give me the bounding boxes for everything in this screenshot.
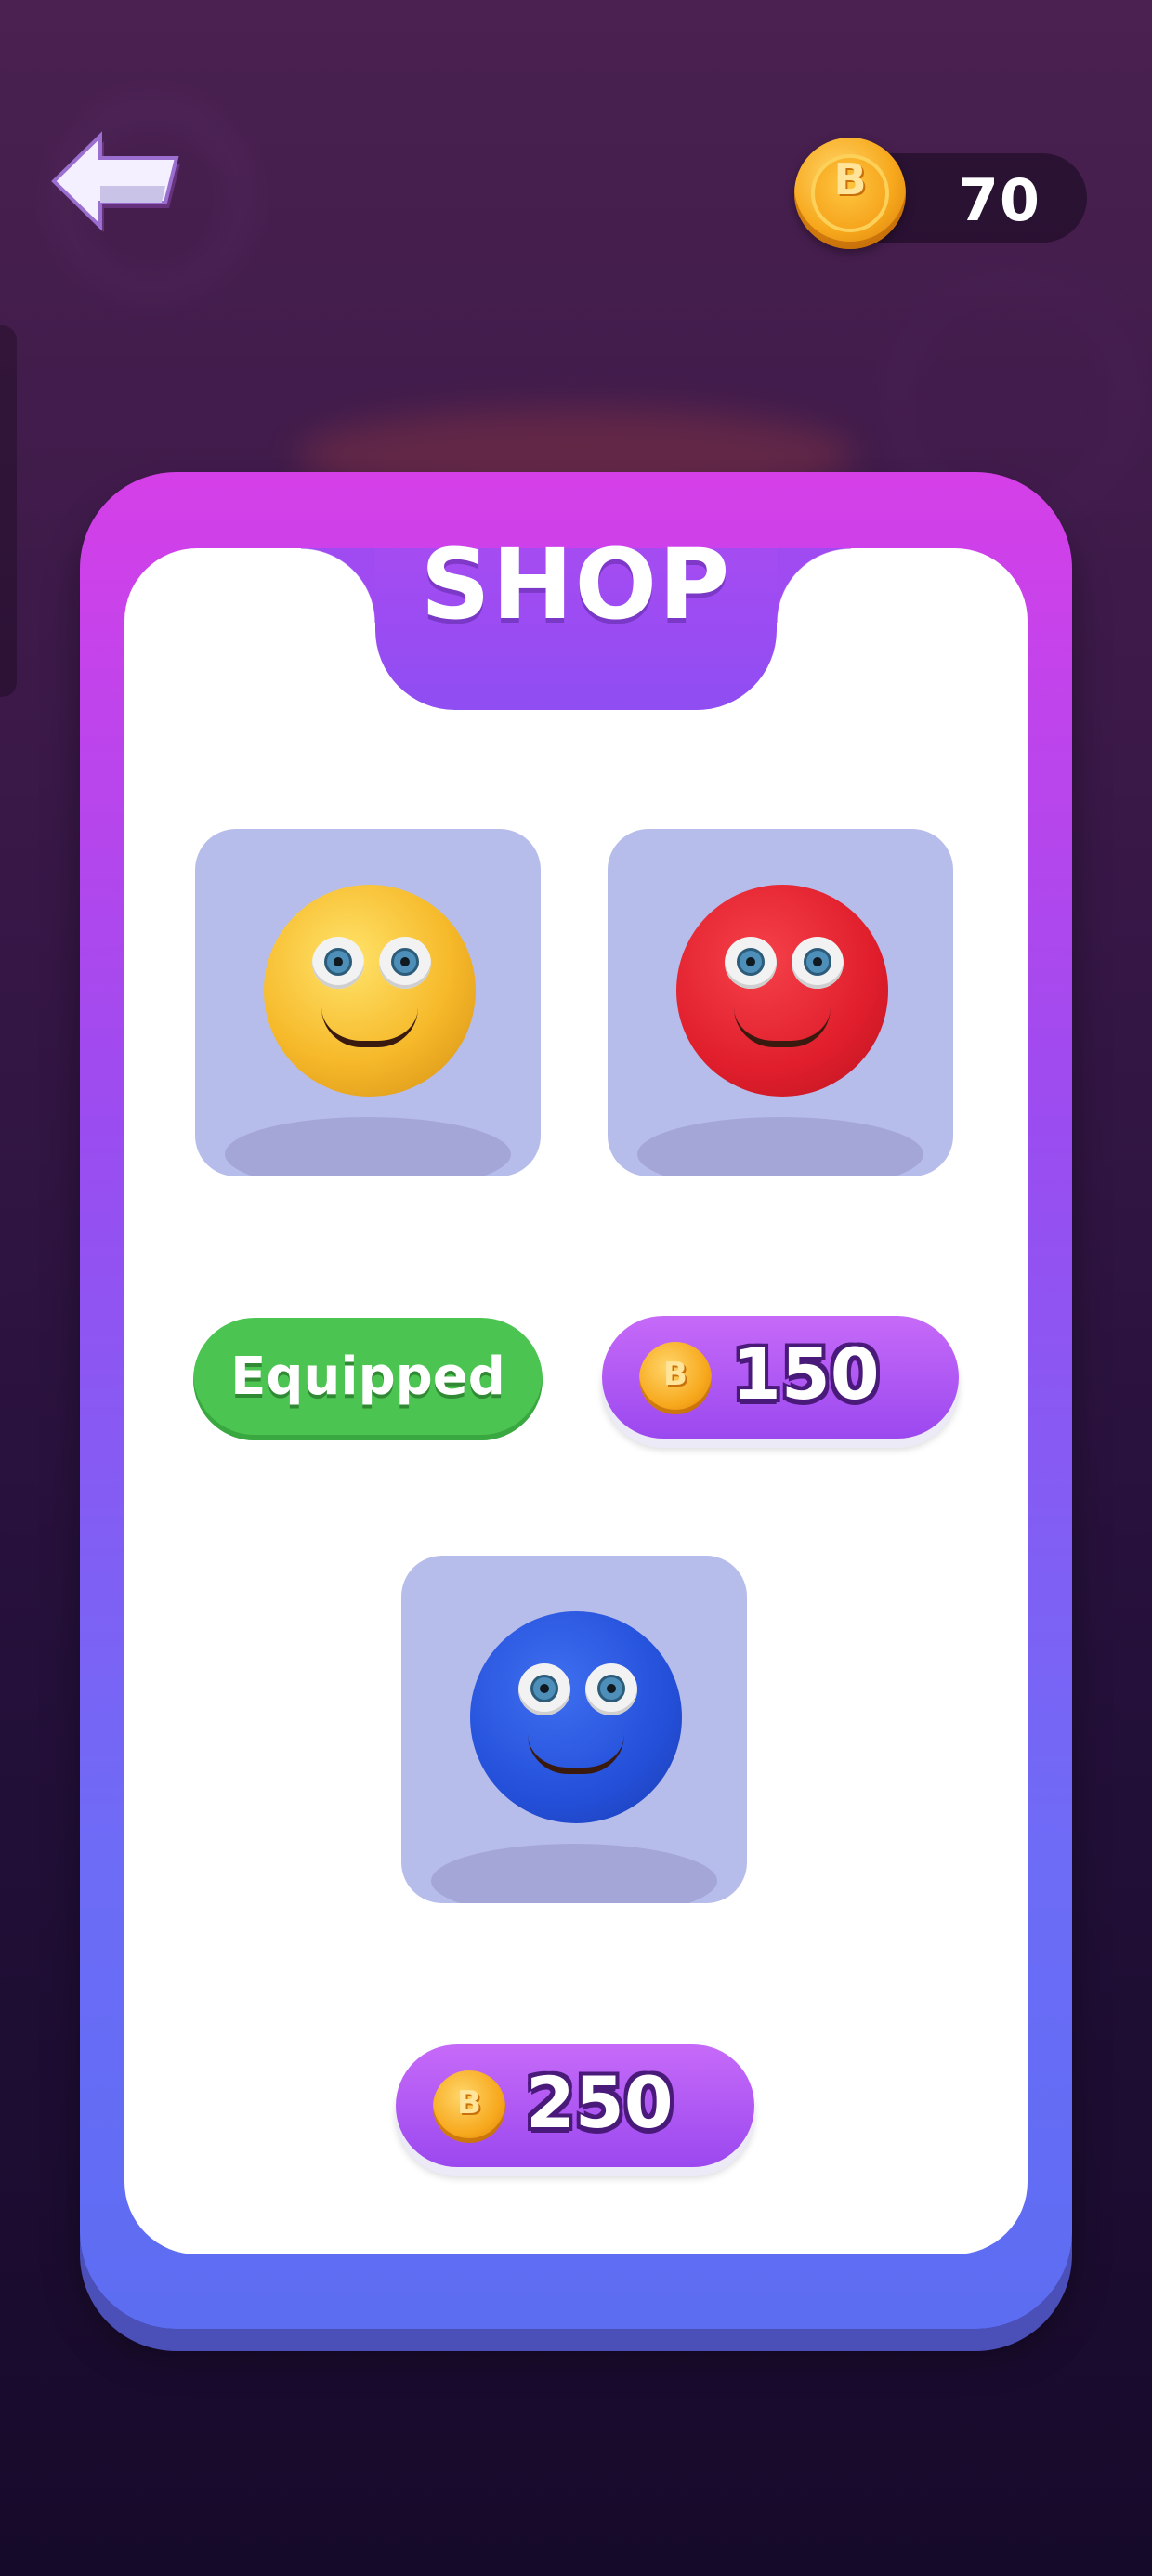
coin-symbol: B bbox=[833, 154, 867, 204]
price-label: 250 bbox=[526, 2061, 674, 2144]
red-ball-icon bbox=[676, 885, 888, 1097]
side-tab bbox=[0, 325, 17, 697]
skin-card-yellow[interactable] bbox=[195, 829, 541, 1176]
buy-blue-button[interactable]: B 250 bbox=[396, 2044, 754, 2167]
ball-shadow bbox=[431, 1844, 717, 1903]
coin-icon: B bbox=[639, 1342, 712, 1414]
ball-shadow bbox=[637, 1117, 923, 1176]
buy-red-button[interactable]: B 150 bbox=[602, 1316, 959, 1439]
coin-balance-value: 70 bbox=[958, 166, 1041, 234]
skin-card-red[interactable] bbox=[608, 829, 953, 1176]
back-button[interactable] bbox=[46, 130, 186, 232]
back-arrow-icon bbox=[51, 131, 180, 232]
ball-shadow bbox=[225, 1117, 511, 1176]
coin-icon: B bbox=[433, 2070, 505, 2143]
shop-title: SHOP bbox=[420, 528, 732, 641]
blue-ball-icon bbox=[470, 1611, 682, 1823]
equipped-button[interactable]: Equipped bbox=[193, 1318, 543, 1440]
coin-icon: B bbox=[794, 138, 906, 249]
skin-card-blue[interactable] bbox=[401, 1556, 747, 1903]
price-label: 150 bbox=[732, 1333, 880, 1415]
yellow-ball-icon bbox=[264, 885, 476, 1097]
